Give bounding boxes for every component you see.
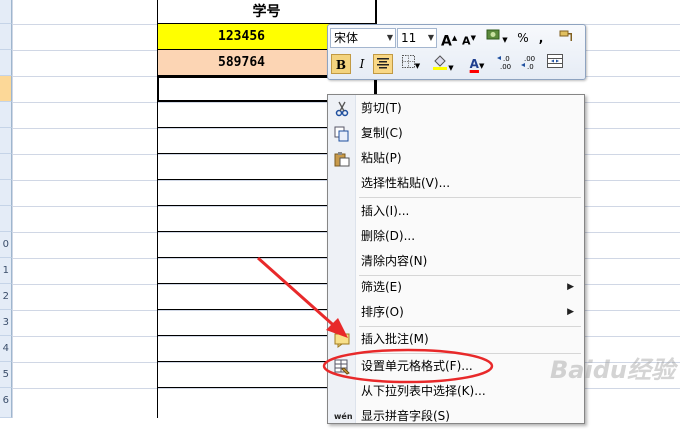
copy-icon — [334, 126, 350, 142]
watermark: Baidu经验 — [550, 356, 675, 384]
row-header[interactable]: 5 — [0, 362, 12, 388]
row-header[interactable]: 4 — [0, 336, 12, 362]
font-name-combo[interactable]: 宋体 ▼ — [330, 28, 396, 48]
borders-icon — [401, 55, 415, 68]
merge-center-button[interactable] — [544, 54, 566, 74]
menu-item-pick-from-list[interactable]: 从下拉列表中选择(K)... — [328, 379, 584, 404]
context-menu: 剪切(T) 复制(C) 粘贴(P) 选择性粘贴(V)... 插入(I)... 删… — [327, 94, 585, 424]
menu-item-cut[interactable]: 剪切(T) — [328, 96, 584, 121]
comment-icon — [334, 332, 350, 348]
shrink-font-button[interactable]: A▼ — [461, 28, 477, 48]
decrease-decimal-button[interactable]: .00.0 — [520, 54, 542, 74]
cell-value: 589764 — [218, 55, 265, 70]
row-header[interactable]: 1 — [0, 258, 12, 284]
row-header-selected[interactable] — [0, 76, 12, 102]
menu-item-paste[interactable]: 粘贴(P) — [328, 146, 584, 171]
font-size-combo[interactable]: 11 ▼ — [397, 28, 437, 48]
row-header[interactable]: 0 — [0, 232, 12, 258]
bold-button[interactable]: B — [331, 54, 351, 74]
menu-item-show-phonetic[interactable]: wén 显示拼音字段(S) — [328, 404, 584, 429]
menu-item-filter[interactable]: 筛选(E) ▶ — [328, 275, 584, 300]
center-align-button[interactable] — [373, 54, 393, 74]
font-color-button[interactable]: A▼ — [462, 54, 492, 74]
italic-button[interactable]: I — [353, 54, 371, 74]
menu-item-insert[interactable]: 插入(I)... — [328, 199, 584, 224]
format-painter-icon — [559, 30, 572, 41]
row-header[interactable] — [0, 154, 12, 180]
menu-item-format-cells[interactable]: 设置单元格格式(F)... — [328, 354, 584, 379]
menu-item-sort[interactable]: 排序(O) ▶ — [328, 300, 584, 325]
increase-decimal-button[interactable]: .0.00 — [496, 54, 518, 74]
scissors-icon — [334, 101, 350, 117]
borders-button[interactable]: ▼ — [398, 54, 424, 74]
header-cell-text: 学号 — [252, 4, 281, 20]
grow-font-button[interactable]: A▲ — [441, 28, 457, 50]
menu-separator — [359, 197, 581, 198]
increase-decimal-icon: .0.00 — [497, 55, 511, 71]
chevron-down-icon: ▼ — [427, 33, 434, 42]
row-header[interactable] — [0, 128, 12, 154]
svg-text:.0: .0 — [503, 55, 510, 63]
cell-value: 123456 — [218, 29, 265, 44]
percent-button[interactable]: % — [514, 28, 532, 48]
row-header[interactable] — [0, 50, 12, 76]
menu-item-copy[interactable]: 复制(C) — [328, 121, 584, 146]
merge-cells-icon — [547, 54, 563, 68]
menu-item-delete[interactable]: 删除(D)... — [328, 224, 584, 249]
row-header[interactable] — [0, 102, 12, 128]
phonetic-icon: wén — [334, 412, 353, 421]
menu-item-insert-comment[interactable]: 插入批注(M) — [328, 327, 584, 352]
format-painter-button[interactable] — [554, 28, 578, 48]
row-header[interactable]: 6 — [0, 388, 12, 418]
decrease-decimal-icon: .00.0 — [521, 55, 535, 71]
mini-toolbar: 宋体 ▼ 11 ▼ A▲ A▼ ▼ % , B I ▼ ▼ A▼ .0.00 .… — [327, 24, 586, 80]
format-cells-icon — [334, 359, 350, 375]
row-header[interactable]: 2 — [0, 284, 12, 310]
svg-text:.00: .00 — [500, 63, 511, 70]
row-header[interactable] — [0, 0, 12, 24]
row-header[interactable]: 3 — [0, 310, 12, 336]
svg-text:.0: .0 — [527, 63, 534, 70]
menu-item-clear-contents[interactable]: 清除内容(N) — [328, 249, 584, 274]
row-header[interactable] — [0, 24, 12, 50]
chevron-down-icon: ▼ — [386, 33, 393, 42]
align-center-icon — [377, 58, 389, 69]
submenu-arrow-icon: ▶ — [567, 307, 574, 317]
svg-text:.00: .00 — [524, 55, 535, 63]
comma-button[interactable]: , — [534, 28, 548, 48]
paint-bucket-icon — [433, 55, 448, 70]
currency-icon — [486, 29, 500, 40]
fill-color-button[interactable]: ▼ — [428, 54, 458, 74]
row-header[interactable] — [0, 206, 12, 232]
number-format-button[interactable]: ▼ — [484, 28, 510, 48]
gridline — [12, 0, 13, 418]
submenu-arrow-icon: ▶ — [567, 282, 574, 292]
row-header[interactable] — [0, 180, 12, 206]
paste-icon — [334, 151, 350, 167]
menu-item-paste-special[interactable]: 选择性粘贴(V)... — [328, 171, 584, 196]
